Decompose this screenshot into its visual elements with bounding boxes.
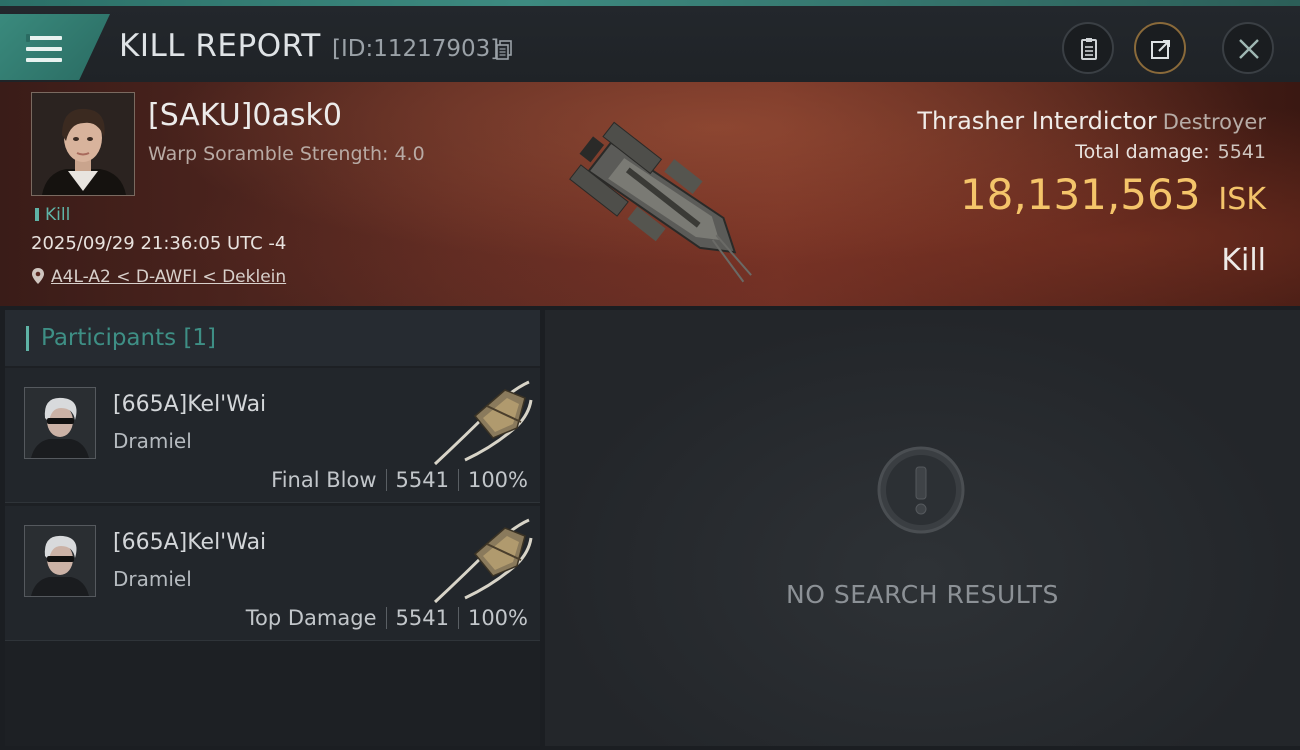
empty-results-text: NO SEARCH RESULTS bbox=[786, 580, 1059, 609]
participant-damage: 5541 bbox=[395, 606, 449, 630]
ship-render bbox=[569, 121, 752, 283]
participant-ship: Dramiel bbox=[113, 567, 192, 591]
ship-class: Destroyer bbox=[1162, 110, 1266, 134]
participant-row[interactable]: [665A]Kel'Wai Dramiel Top Damage 5541 100% bbox=[5, 506, 540, 641]
avatar bbox=[24, 387, 96, 459]
victim-portrait[interactable] bbox=[31, 92, 135, 196]
participant-stats: Top Damage 5541 100% bbox=[246, 606, 528, 630]
participant-ship-icon bbox=[433, 380, 533, 466]
isk-unit: ISK bbox=[1218, 182, 1266, 217]
participant-damage: 5541 bbox=[395, 468, 449, 492]
participants-title: Participants [1] bbox=[41, 325, 216, 351]
participant-ship-icon bbox=[433, 518, 533, 604]
participant-role: Final Blow bbox=[271, 468, 377, 492]
close-button[interactable] bbox=[1222, 22, 1274, 74]
result-label: Kill bbox=[1221, 243, 1266, 278]
avatar bbox=[24, 525, 96, 597]
isk-amount: 18,131,563 bbox=[959, 170, 1201, 219]
participant-percent: 100% bbox=[467, 468, 528, 492]
participant-name[interactable]: [665A]Kel'Wai bbox=[113, 392, 266, 417]
kill-datetime: 2025/09/29 21:36:05 UTC -4 bbox=[31, 233, 287, 254]
isk-value: 18,131,563 ISK bbox=[960, 170, 1266, 219]
participant-role: Top Damage bbox=[245, 606, 377, 630]
location-link[interactable]: A4L-A2 < D-AWFI < Deklein bbox=[51, 267, 286, 287]
participants-panel: Participants [1] [665A]Kel'Wai Dramiel F… bbox=[5, 310, 540, 746]
participants-header: Participants [1] bbox=[5, 310, 540, 366]
menu-button[interactable] bbox=[0, 14, 110, 80]
kill-location[interactable]: A4L-A2 < D-AWFI < Deklein bbox=[31, 267, 286, 287]
kill-tag: Kill bbox=[35, 205, 70, 225]
close-icon bbox=[1239, 39, 1259, 59]
menu-icon bbox=[26, 34, 62, 64]
participant-stats: Final Blow 5541 100% bbox=[271, 468, 528, 492]
victim-name[interactable]: [SAKU]0ask0 bbox=[148, 98, 342, 133]
page-title: KILL REPORT bbox=[119, 28, 321, 64]
warp-scramble-strength: Warp Soramble Strength: 4.0 bbox=[148, 143, 425, 165]
results-panel: NO SEARCH RESULTS bbox=[545, 310, 1300, 746]
clipboard-icon bbox=[1081, 38, 1097, 60]
total-damage: Total damage: 5541 bbox=[1075, 141, 1266, 163]
ship-name: Thrasher Interdictor Destroyer bbox=[917, 107, 1266, 135]
total-damage-value: 5541 bbox=[1217, 141, 1266, 163]
participant-ship: Dramiel bbox=[113, 429, 192, 453]
participant-name[interactable]: [665A]Kel'Wai bbox=[113, 530, 266, 555]
kill-summary-banner: [SAKU]0ask0 Warp Soramble Strength: 4.0 … bbox=[0, 82, 1300, 306]
location-pin-icon bbox=[32, 268, 44, 284]
clipboard-button[interactable] bbox=[1062, 22, 1114, 74]
participant-row[interactable]: [665A]Kel'Wai Dramiel Final Blow 5541 100% bbox=[5, 368, 540, 503]
exclamation-icon bbox=[877, 446, 965, 534]
export-button[interactable] bbox=[1134, 22, 1186, 74]
export-icon bbox=[1151, 40, 1170, 59]
title-bar: KILL REPORT [ID:11217903] bbox=[0, 6, 1300, 82]
report-id: [ID:11217903] bbox=[332, 36, 500, 62]
copy-icon[interactable] bbox=[496, 40, 512, 60]
participant-percent: 100% bbox=[467, 606, 528, 630]
